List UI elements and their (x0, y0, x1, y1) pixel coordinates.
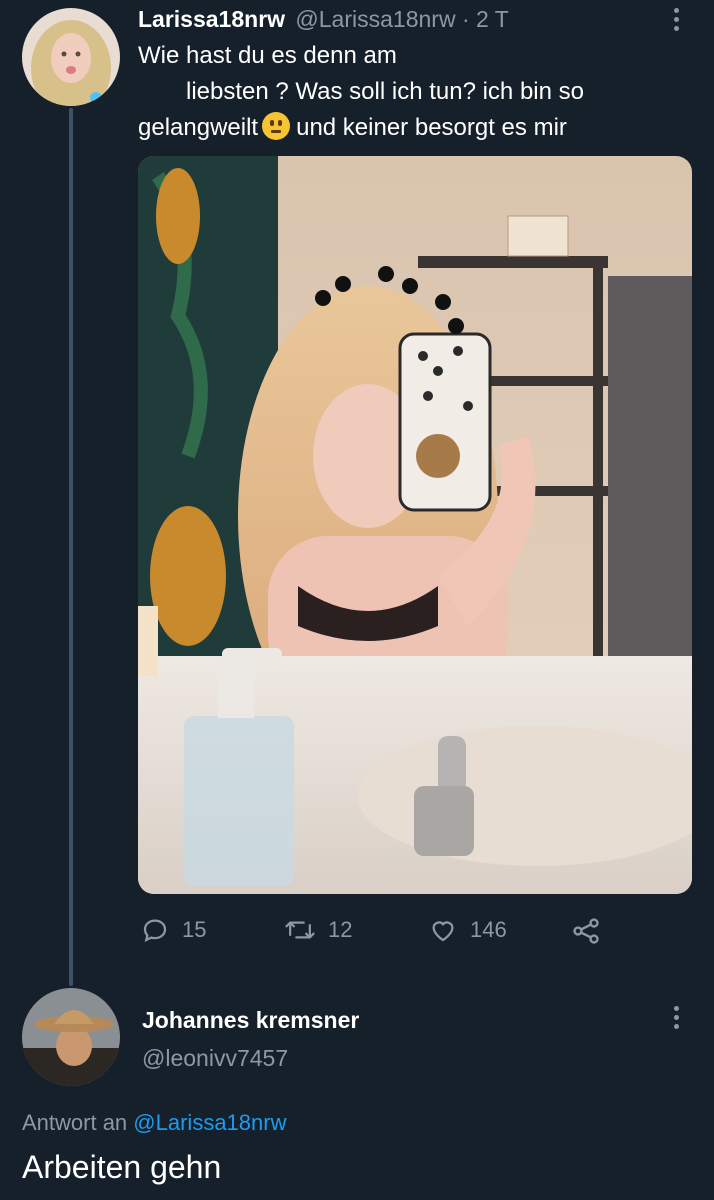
share-action[interactable] (570, 915, 602, 947)
tweet-text-line-1: Wie hast du es denn am (138, 42, 397, 69)
reply-icon (143, 919, 167, 943)
share-icon (573, 918, 599, 944)
tweet-more-options-icon[interactable] (670, 8, 682, 31)
retweet-action[interactable]: 12 (284, 915, 352, 945)
tweet-text-line-3a: gelangweilt (138, 114, 259, 141)
tweet-header: Larissa18nrw @Larissa18nrw · 2 T (138, 4, 509, 34)
retweet-icon (285, 921, 315, 939)
reply-text: Arbeiten gehn (22, 1149, 222, 1185)
reply-to-handle-link[interactable]: @Larissa18nrw (133, 1110, 286, 1135)
reply-author-avatar[interactable] (22, 988, 120, 1086)
header-separator: · (461, 6, 470, 32)
reply-author-handle[interactable]: @leonivv7457 (142, 1044, 288, 1072)
tweet-text-line-2: liebsten ? Was soll ich tun? ich bin so (186, 78, 584, 105)
reply-count: 15 (182, 917, 207, 942)
reply-more-options-icon[interactable] (670, 1006, 682, 1029)
reply-to-line: Antwort an @Larissa18nrw (22, 1108, 286, 1138)
thread-line (69, 108, 73, 986)
tweet-text-line-3: gelangweilt und keiner besorgt es mir (138, 110, 678, 146)
tweet-media-photo[interactable] (138, 156, 692, 894)
author-name[interactable]: Larissa18nrw (138, 6, 285, 32)
heart-icon (432, 921, 454, 942)
like-count: 146 (470, 917, 507, 942)
reply-to-prefix: Antwort an (22, 1110, 128, 1135)
retweet-count: 12 (328, 917, 353, 942)
author-handle[interactable]: @Larissa18nrw (295, 6, 455, 32)
tweet-text-line-3b: und keiner besorgt es mir (296, 114, 567, 141)
like-action[interactable]: 146 (428, 915, 507, 945)
neutral-face-emoji-icon (262, 112, 291, 140)
tweet-text: Wie hast du es denn am liebsten ? Was so… (138, 38, 678, 146)
reply-author-name[interactable]: Johannes kremsner (142, 1006, 359, 1034)
tweet-timestamp[interactable]: 2 T (476, 6, 509, 32)
author-avatar[interactable] (22, 8, 120, 106)
reply-action[interactable]: 15 (140, 915, 206, 945)
